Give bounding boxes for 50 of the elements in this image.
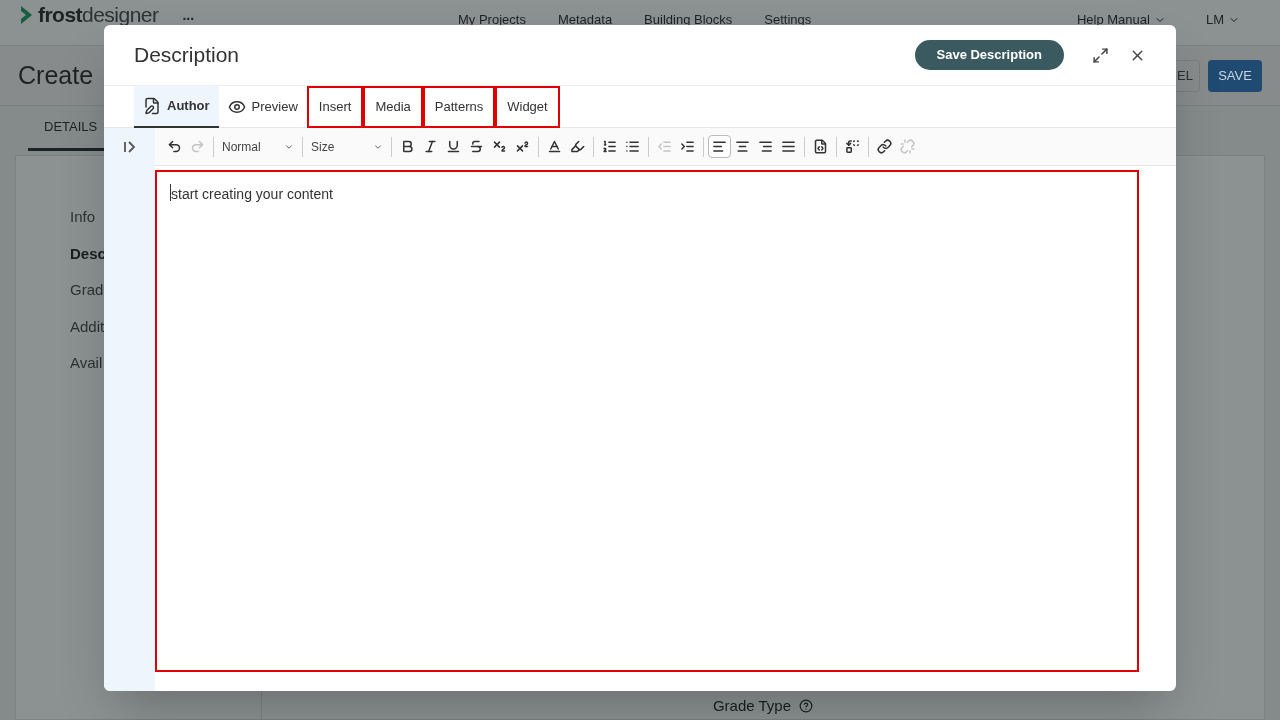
italic-icon: [423, 139, 438, 154]
align-left-icon: [712, 139, 727, 154]
expand-icon[interactable]: [1092, 46, 1109, 64]
align-right-icon: [758, 139, 773, 154]
redo-icon: [190, 139, 205, 154]
outdent-icon: [657, 139, 672, 154]
align-center-icon: [735, 139, 750, 154]
user-menu[interactable]: LM: [1205, 13, 1240, 27]
nav-link[interactable]: Building Blocks: [644, 13, 733, 27]
editor-tab[interactable]: Widget: [495, 86, 560, 128]
subscript-icon: [492, 139, 507, 154]
editor-tab[interactable]: Insert: [306, 86, 364, 128]
numbered-list-icon: [602, 139, 617, 154]
save-button[interactable]: SAVE: [1208, 59, 1262, 92]
replace-icon: [845, 139, 860, 154]
editor-tab[interactable]: Media: [363, 86, 423, 128]
nav-link[interactable]: Metadata: [557, 13, 613, 27]
align-justify-icon: [781, 139, 796, 154]
save-description-button[interactable]: Save Description: [914, 40, 1064, 70]
superscript-icon: [515, 139, 530, 154]
format-dropdown[interactable]: Normal: [218, 134, 298, 159]
help-icon[interactable]: [799, 698, 814, 713]
more-menu[interactable]: ...: [182, 7, 195, 23]
undo-icon: [167, 139, 182, 154]
source-code-icon: [813, 139, 828, 154]
content-editor[interactable]: start creating your content: [155, 170, 1139, 672]
strikethrough-icon: [469, 139, 484, 154]
logo-text: frostdesigner: [38, 5, 159, 25]
align-left-button[interactable]: [708, 135, 731, 158]
link-icon: [877, 139, 892, 154]
nav-link[interactable]: Settings: [764, 13, 812, 27]
unlink-icon: [900, 139, 915, 154]
highlighter-icon: [570, 139, 585, 154]
editor-tab[interactable]: Patterns: [422, 86, 496, 128]
editor-tab[interactable]: Preview: [218, 86, 307, 128]
field-label: Grade Type: [712, 694, 814, 717]
underline-icon: [446, 139, 461, 154]
pen-document-icon: [143, 97, 161, 115]
page-title: Create: [18, 59, 94, 91]
dialog-title: Description: [134, 42, 240, 69]
format-dropdown[interactable]: Size: [307, 134, 387, 159]
text-color-icon: [547, 139, 562, 154]
editor-tab[interactable]: Author: [134, 86, 219, 128]
indent-icon: [680, 139, 695, 154]
logo-chevron-icon: [20, 5, 34, 25]
eye-icon: [227, 98, 246, 116]
bullet-list-icon: [625, 139, 640, 154]
bold-icon: [400, 139, 415, 154]
help-menu[interactable]: Help Manual: [1076, 13, 1166, 27]
expand-panel-icon[interactable]: [122, 140, 137, 154]
